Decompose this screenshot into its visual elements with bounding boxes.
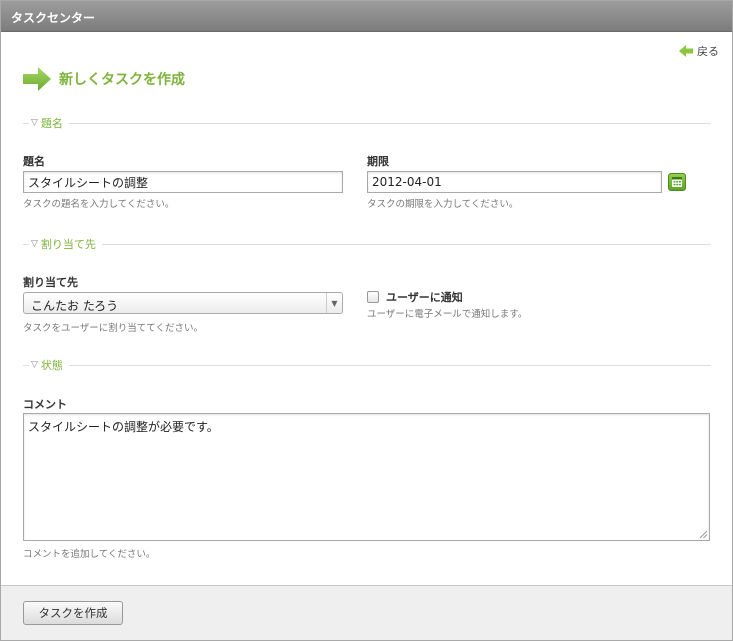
section-status[interactable]: ▽ 状態 xyxy=(23,358,711,372)
back-label[interactable]: 戻る xyxy=(697,43,719,59)
comment-textarea[interactable]: スタイルシートの調整が必要です。 xyxy=(23,413,710,541)
left-arrow-icon xyxy=(679,45,693,57)
comment-field-label: コメント xyxy=(23,398,67,411)
section-status-label[interactable]: 状態 xyxy=(41,357,63,373)
form-footer: タスクを作成 xyxy=(1,585,732,640)
due-hint: タスクの期限を入力してください。 xyxy=(367,199,519,210)
due-field-label: 期限 xyxy=(367,155,389,168)
window-title: タスクセンター xyxy=(11,11,96,25)
notify-checkbox[interactable] xyxy=(367,291,379,303)
back-link[interactable]: 戻る xyxy=(679,43,719,59)
task-center-window: タスクセンター 戻る 新しくタスクを作成 ▽ 題名 題名 タスクの題名を入力して… xyxy=(0,0,733,641)
assignee-field-label: 割り当て先 xyxy=(23,276,78,289)
comment-hint: コメントを追加してください。 xyxy=(23,549,156,560)
chevron-down-icon: ▼ xyxy=(326,293,342,313)
calendar-icon xyxy=(672,177,682,187)
notify-hint: ユーザーに電子メールで通知します。 xyxy=(367,309,528,320)
triangle-down-icon: ▽ xyxy=(31,360,38,370)
notify-label[interactable]: ユーザーに通知 xyxy=(386,289,463,305)
page-title: 新しくタスクを作成 xyxy=(59,72,185,88)
title-bar: タスクセンター xyxy=(1,1,732,32)
section-title[interactable]: ▽ 題名 xyxy=(23,116,711,130)
title-field-label: 題名 xyxy=(23,155,45,168)
section-assign-label[interactable]: 割り当て先 xyxy=(41,236,96,252)
section-title-label[interactable]: 題名 xyxy=(41,115,63,131)
page-heading: 新しくタスクを作成 xyxy=(23,67,185,91)
assignee-hint: タスクをユーザーに割り当ててください。 xyxy=(23,323,204,334)
create-task-button[interactable]: タスクを作成 xyxy=(23,601,123,625)
assignee-selected-value: こんたお たろう xyxy=(31,299,119,313)
title-input[interactable] xyxy=(23,171,343,193)
section-assign[interactable]: ▽ 割り当て先 xyxy=(23,237,711,251)
due-date-input[interactable] xyxy=(367,171,662,193)
triangle-down-icon: ▽ xyxy=(31,239,38,249)
triangle-down-icon: ▽ xyxy=(31,118,38,128)
assignee-select[interactable]: こんたお たろう ▼ xyxy=(23,292,343,314)
calendar-button[interactable] xyxy=(668,173,686,191)
resize-grip-icon[interactable] xyxy=(698,529,708,539)
title-hint: タスクの題名を入力してください。 xyxy=(23,199,175,210)
right-arrow-icon xyxy=(23,67,51,91)
